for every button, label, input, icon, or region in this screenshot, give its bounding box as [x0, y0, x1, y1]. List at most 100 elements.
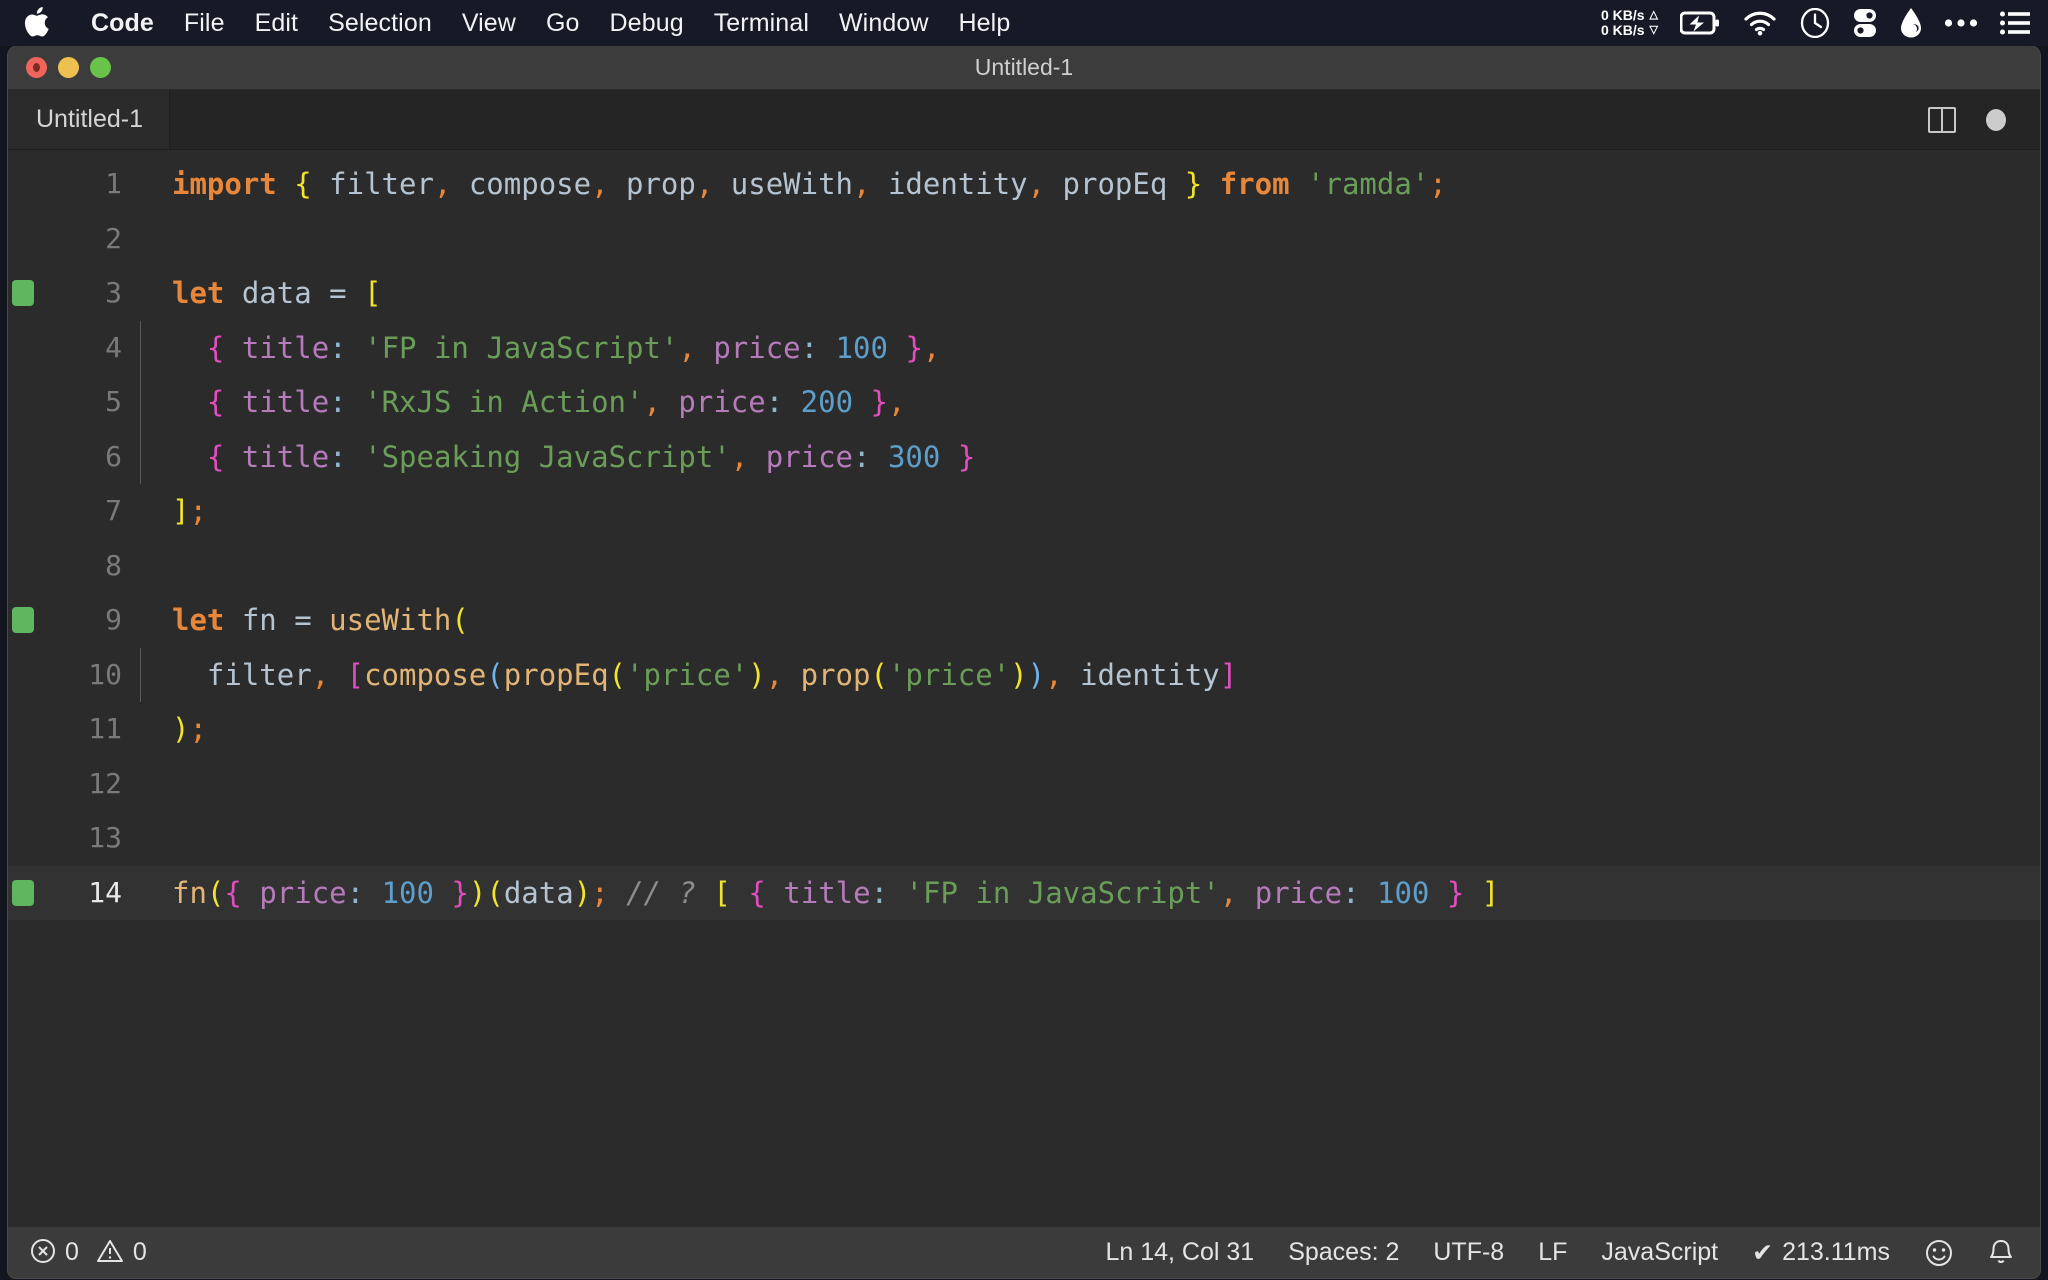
- clock-icon[interactable]: [1800, 8, 1830, 38]
- git-gutter: [8, 266, 38, 321]
- macos-menu-bar: Code File Edit Selection View Go Debug T…: [0, 0, 2048, 46]
- git-gutter: [8, 321, 38, 376]
- menu-item-file[interactable]: File: [169, 0, 240, 46]
- wifi-icon[interactable]: [1742, 10, 1778, 36]
- menu-item-view[interactable]: View: [447, 0, 531, 46]
- line-number: 8: [105, 548, 122, 582]
- code-text: import { filter, compose, prop, useWith,…: [172, 167, 1447, 201]
- list-menu-icon[interactable]: [2000, 11, 2030, 35]
- error-circle-icon: [30, 1238, 56, 1267]
- indent-guide: [128, 484, 156, 539]
- eol-setting[interactable]: LF: [1538, 1238, 1567, 1267]
- menu-item-go[interactable]: Go: [531, 0, 595, 46]
- toggles-icon[interactable]: [1852, 8, 1878, 38]
- code-line[interactable]: 12: [8, 757, 2040, 812]
- code-text: { title: 'RxJS in Action', price: 200 },: [206, 385, 906, 419]
- menu-item-terminal[interactable]: Terminal: [699, 0, 824, 46]
- network-download-value: 0 KB/s: [1600, 22, 1645, 38]
- line-number: 12: [88, 766, 122, 800]
- encoding-setting[interactable]: UTF-8: [1433, 1238, 1504, 1267]
- indentation-setting[interactable]: Spaces: 2: [1288, 1238, 1399, 1267]
- code-line[interactable]: 11 );: [8, 702, 2040, 757]
- tab-untitled-1[interactable]: Untitled-1: [8, 90, 170, 149]
- indent-guide: [128, 539, 156, 594]
- code-line[interactable]: 8: [8, 539, 2040, 594]
- upload-arrow-icon: △: [1649, 9, 1658, 21]
- close-button[interactable]: [26, 57, 47, 78]
- editor-tab-bar: Untitled-1: [8, 90, 2040, 150]
- indent-guide: [128, 866, 156, 921]
- line-number: 2: [105, 221, 122, 255]
- code-line[interactable]: 7 ];: [8, 484, 2040, 539]
- smiley-icon[interactable]: [1924, 1238, 1954, 1268]
- git-gutter: [8, 811, 38, 866]
- code-line[interactable]: 2: [8, 212, 2040, 267]
- menu-item-selection[interactable]: Selection: [313, 0, 447, 46]
- dirty-dot-icon[interactable]: [1986, 108, 2006, 131]
- git-gutter: [8, 484, 38, 539]
- code-line[interactable]: 6 { title: 'Speaking JavaScript', price:…: [8, 429, 2040, 485]
- git-gutter: [8, 430, 38, 485]
- code-text: let fn = useWith(: [172, 603, 469, 637]
- maximize-button[interactable]: [90, 57, 111, 78]
- code-line[interactable]: 10 filter, [compose(propEq('price'), pro…: [8, 647, 2040, 703]
- code-line[interactable]: 4 { title: 'FP in JavaScript', price: 10…: [8, 320, 2040, 376]
- code-line-active[interactable]: 14 fn({ price: 100 })(data); // ? [ { ti…: [8, 865, 2040, 921]
- indent-guide: [128, 157, 156, 212]
- line-number: 14: [88, 875, 122, 909]
- tab-bar-actions: [1928, 90, 2040, 149]
- git-gutter: [8, 648, 38, 703]
- problems-indicator[interactable]: 0 0: [30, 1238, 147, 1267]
- cursor-position[interactable]: Ln 14, Col 31: [1105, 1238, 1254, 1267]
- indent-guide: [128, 212, 156, 267]
- menu-item-code[interactable]: Code: [76, 0, 169, 46]
- split-editor-icon[interactable]: [1928, 106, 1956, 133]
- git-gutter: [8, 375, 38, 430]
- code-text: let data = [: [172, 276, 382, 310]
- vscode-window: Untitled-1 Untitled-1 1 import { filter,…: [8, 46, 2040, 1278]
- window-title-bar: Untitled-1: [8, 46, 2040, 90]
- quokka-time: 213.11ms: [1782, 1238, 1890, 1266]
- line-number: 3: [105, 276, 122, 309]
- menu-item-edit[interactable]: Edit: [240, 0, 313, 46]
- apple-logo-icon[interactable]: [24, 7, 50, 37]
- quokka-runtime[interactable]: ✔ 213.11ms: [1752, 1238, 1890, 1268]
- warning-triangle-icon: [96, 1238, 124, 1267]
- code-text: { title: 'FP in JavaScript', price: 100 …: [206, 330, 941, 365]
- line-number: 11: [88, 712, 122, 745]
- code-line[interactable]: 13: [8, 811, 2040, 866]
- menu-item-debug[interactable]: Debug: [595, 0, 699, 46]
- git-added-marker: [12, 607, 34, 634]
- line-number: 10: [88, 657, 122, 691]
- git-gutter: [8, 157, 38, 212]
- bell-icon[interactable]: [1988, 1238, 2014, 1268]
- tab-bar-spacer: [170, 90, 1928, 149]
- code-line[interactable]: 1 import { filter, compose, prop, useWit…: [8, 157, 2040, 212]
- git-gutter: [8, 866, 38, 921]
- git-gutter: [8, 593, 38, 648]
- network-speed-indicator[interactable]: 0 KB/s △ 0 KB/s ▽: [1601, 8, 1658, 38]
- language-mode[interactable]: JavaScript: [1601, 1238, 1718, 1267]
- drop-icon[interactable]: [1900, 8, 1922, 38]
- menu-item-window[interactable]: Window: [824, 0, 944, 46]
- menu-item-help[interactable]: Help: [944, 0, 1026, 46]
- code-line[interactable]: 3 let data = [: [8, 266, 2040, 321]
- code-editor[interactable]: 1 import { filter, compose, prop, useWit…: [8, 150, 2040, 1226]
- ellipsis-icon[interactable]: [1944, 18, 1978, 28]
- network-upload-value: 0 KB/s: [1600, 7, 1645, 23]
- code-line[interactable]: 9 let fn = useWith(: [8, 593, 2040, 648]
- code-line[interactable]: 5 { title: 'RxJS in Action', price: 200 …: [8, 375, 2040, 430]
- download-arrow-icon: ▽: [1649, 24, 1658, 36]
- menu-bar-left-group: Code File Edit Selection View Go Debug T…: [0, 0, 1025, 46]
- minimize-button[interactable]: [58, 57, 79, 78]
- battery-charging-icon[interactable]: [1680, 10, 1720, 36]
- git-added-marker: [12, 879, 34, 906]
- check-icon: ✔: [1752, 1238, 1774, 1267]
- code-text: ];: [172, 494, 207, 528]
- indent-guide: [128, 593, 156, 648]
- error-count: 0: [65, 1238, 79, 1266]
- status-bar-left: 0 0: [30, 1238, 147, 1267]
